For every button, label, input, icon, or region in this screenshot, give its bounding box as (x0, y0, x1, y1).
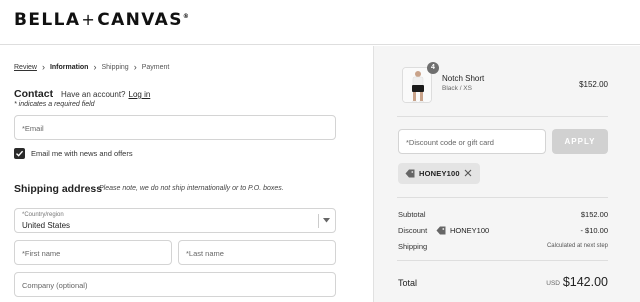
tag-icon (405, 169, 415, 178)
company-placeholder: Company (optional) (22, 281, 88, 290)
discount-label: Discount (398, 226, 428, 235)
required-field-note: * indicates a required field (14, 101, 95, 108)
registered-mark: ® (182, 13, 191, 20)
divider (397, 116, 608, 117)
country-select[interactable]: *Country/region United States (14, 208, 336, 233)
order-summary-panel: 4 Notch Short Black / XS $152.00 *Discou… (373, 46, 640, 302)
brand-plus: + (81, 10, 97, 29)
discount-code-line: HONEY100 (436, 226, 489, 235)
shipping-label: Shipping (398, 242, 428, 251)
total-amount: $142.00 (562, 275, 608, 289)
product-image (403, 68, 431, 102)
discount-placeholder: *Discount code or gift card (406, 138, 494, 147)
email-field[interactable]: *Email (14, 115, 336, 140)
divider (397, 260, 608, 261)
close-icon[interactable] (464, 169, 472, 177)
login-link[interactable]: Log in (129, 90, 151, 99)
breadcrumb-shipping: Shipping (101, 63, 129, 71)
site-header: BELLA+CANVAS® (0, 0, 640, 45)
breadcrumb-payment: Payment (141, 63, 170, 71)
chevron-right-icon: › (133, 62, 137, 72)
breadcrumb-review[interactable]: Review (14, 64, 37, 71)
brand-logo[interactable]: BELLA+CANVAS® (14, 10, 190, 30)
chevron-right-icon: › (93, 62, 97, 72)
company-field[interactable]: Company (optional) (14, 272, 336, 297)
email-placeholder: *Email (22, 124, 44, 133)
checkmark-icon (16, 150, 24, 157)
brand-name-right: CANVAS (97, 10, 183, 30)
chevron-right-icon: › (41, 62, 45, 72)
contact-heading: Contact (14, 88, 54, 100)
divider (397, 197, 608, 198)
first-name-field[interactable]: *First name (14, 240, 172, 265)
first-name-placeholder: *First name (22, 249, 61, 258)
country-label: *Country/region (22, 212, 64, 218)
applied-discount-chip: HONEY100 (398, 163, 480, 184)
product-thumbnail (402, 67, 432, 103)
shipping-value: Calculated at next step (546, 243, 608, 249)
shipping-note: Please note, we do not ship internationa… (99, 185, 284, 192)
apply-button[interactable]: APPLY (552, 129, 608, 154)
discount-value: - $10.00 (580, 226, 608, 235)
subtotal-value: $152.00 (580, 210, 608, 219)
total-currency: USD (546, 280, 560, 287)
checkout-form-panel: Review › Information › Shipping › Paymen… (0, 46, 372, 302)
shipping-address-heading: Shipping address (14, 183, 103, 195)
discount-code-field[interactable]: *Discount code or gift card (398, 129, 546, 154)
applied-discount-code: HONEY100 (419, 169, 460, 178)
last-name-field[interactable]: *Last name (178, 240, 336, 265)
newsletter-label[interactable]: Email me with news and offers (31, 149, 133, 158)
total-label: Total (398, 278, 418, 288)
product-price: $152.00 (579, 80, 608, 89)
last-name-placeholder: *Last name (186, 249, 224, 258)
breadcrumb: Review › Information › Shipping › Paymen… (14, 62, 169, 72)
newsletter-checkbox[interactable] (14, 148, 25, 159)
product-variant: Black / XS (442, 85, 472, 92)
subtotal-label: Subtotal (398, 210, 426, 219)
select-divider (318, 214, 319, 228)
discount-code-text: HONEY100 (450, 226, 490, 235)
caret-down-icon (323, 218, 330, 223)
quantity-badge: 4 (427, 62, 439, 74)
tag-icon (436, 226, 446, 235)
have-account-label: Have an account? (61, 90, 126, 99)
breadcrumb-information: Information (49, 63, 89, 71)
have-account-text: Have an account? Log in (61, 90, 150, 99)
brand-name-left: BELLA (14, 10, 81, 30)
product-name: Notch Short (442, 74, 485, 83)
country-value: United States (22, 221, 71, 230)
